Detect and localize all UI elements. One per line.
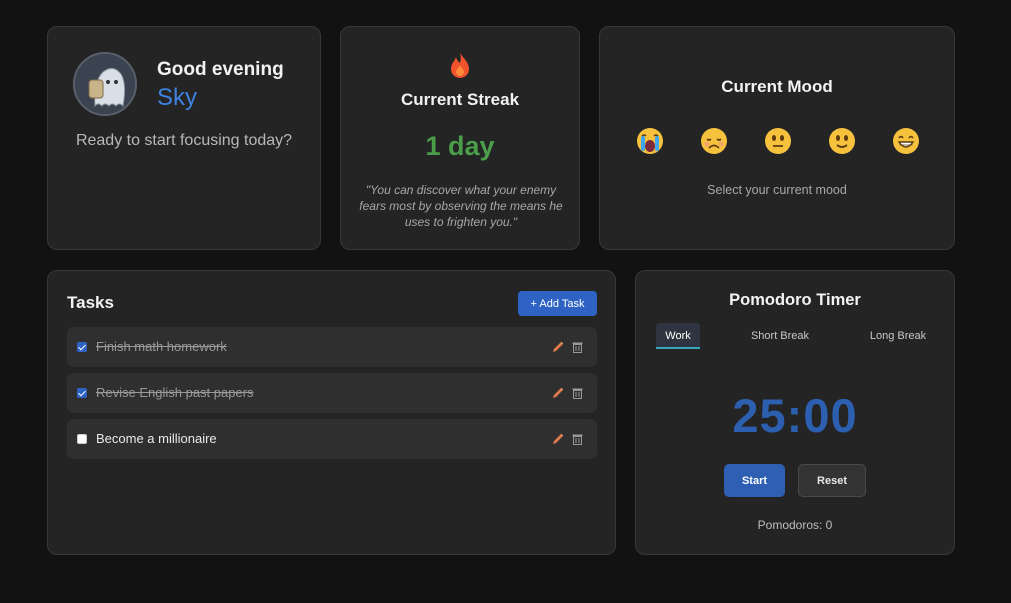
ghost-avatar-icon — [75, 54, 135, 114]
task-checkbox[interactable] — [77, 388, 87, 398]
task-checkbox[interactable] — [77, 434, 87, 444]
task-text: Revise English past papers — [96, 385, 254, 400]
task-item: Finish math homework — [67, 327, 597, 367]
streak-card: Current Streak 1 day "You can discover w… — [340, 26, 580, 250]
crying-face-icon[interactable] — [636, 127, 664, 155]
trash-icon[interactable] — [572, 341, 583, 353]
task-checkbox[interactable] — [77, 342, 87, 352]
pencil-icon[interactable] — [552, 387, 564, 399]
avatar — [73, 52, 137, 116]
mood-card: Current Mood Select your current mood — [599, 26, 955, 250]
pomodoro-count: Pomodoros: 0 — [757, 518, 833, 532]
trash-icon[interactable] — [572, 433, 583, 445]
reset-button[interactable]: Reset — [798, 464, 866, 497]
greeting-subtitle: Ready to start focusing today? — [75, 132, 293, 149]
greeting-text: Good evening — [157, 59, 284, 80]
neutral-face-icon[interactable] — [764, 127, 792, 155]
user-name: Sky — [157, 84, 198, 111]
mood-hint: Select your current mood — [707, 183, 847, 197]
streak-value: 1 day — [425, 131, 495, 161]
task-item: Become a millionaire — [67, 419, 597, 459]
timer-display: 25:00 — [732, 389, 858, 442]
pomodoro-card: Pomodoro Timer Work Short Break Long Bre… — [635, 270, 955, 555]
tab-short-break[interactable]: Short Break — [744, 323, 816, 349]
pencil-icon[interactable] — [552, 341, 564, 353]
motivational-quote: "You can discover what your enemy fears … — [359, 183, 563, 229]
tasks-title: Tasks — [67, 293, 114, 312]
pomodoro-title: Pomodoro Timer — [729, 291, 861, 309]
start-button[interactable]: Start — [724, 464, 785, 497]
pencil-icon[interactable] — [552, 433, 564, 445]
tasks-card: Tasks + Add Task Finish math homework Re… — [47, 270, 616, 555]
task-item: Revise English past papers — [67, 373, 597, 413]
slightly-smiling-face-icon[interactable] — [828, 127, 856, 155]
sad-face-icon[interactable] — [700, 127, 728, 155]
add-task-button[interactable]: + Add Task — [518, 291, 597, 316]
task-text: Become a millionaire — [96, 431, 217, 446]
grinning-face-icon[interactable] — [892, 127, 920, 155]
tab-work[interactable]: Work — [656, 323, 700, 349]
task-text: Finish math homework — [96, 339, 227, 354]
greeting-card: Good evening Sky Ready to start focusing… — [47, 26, 321, 250]
tab-long-break[interactable]: Long Break — [862, 323, 934, 349]
flame-icon — [451, 52, 469, 78]
streak-title: Current Streak — [400, 90, 520, 109]
mood-options — [636, 127, 922, 157]
trash-icon[interactable] — [572, 387, 583, 399]
mood-title: Current Mood — [721, 77, 833, 96]
